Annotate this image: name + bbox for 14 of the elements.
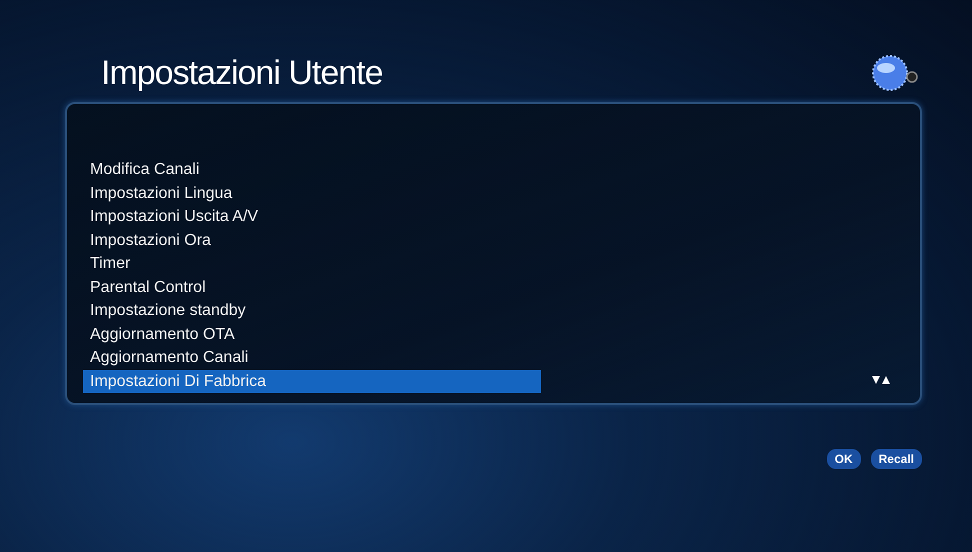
scroll-arrows-icon <box>872 375 890 385</box>
menu-item[interactable]: Timer <box>83 252 541 276</box>
menu-item[interactable]: Impostazioni Ora <box>83 228 541 252</box>
screen-title: Impostazioni Utente <box>101 54 382 92</box>
menu-item[interactable]: Impostazioni Uscita A/V <box>83 205 541 228</box>
remote-key-button[interactable]: Recall <box>870 449 922 469</box>
menu-item[interactable]: Modifica Canali <box>83 158 541 182</box>
menu-item[interactable]: Parental Control <box>83 276 541 299</box>
menu-item[interactable]: Impostazioni Di Fabbrica <box>83 370 541 393</box>
remote-key-button[interactable]: OK <box>826 449 861 469</box>
menu-item[interactable]: Aggiornamento OTA <box>83 322 541 346</box>
menu-item[interactable]: Impostazione standby <box>83 299 541 322</box>
menu-item[interactable]: Aggiornamento Canali <box>83 346 541 370</box>
menu-item[interactable]: Impostazioni Lingua <box>83 182 541 205</box>
